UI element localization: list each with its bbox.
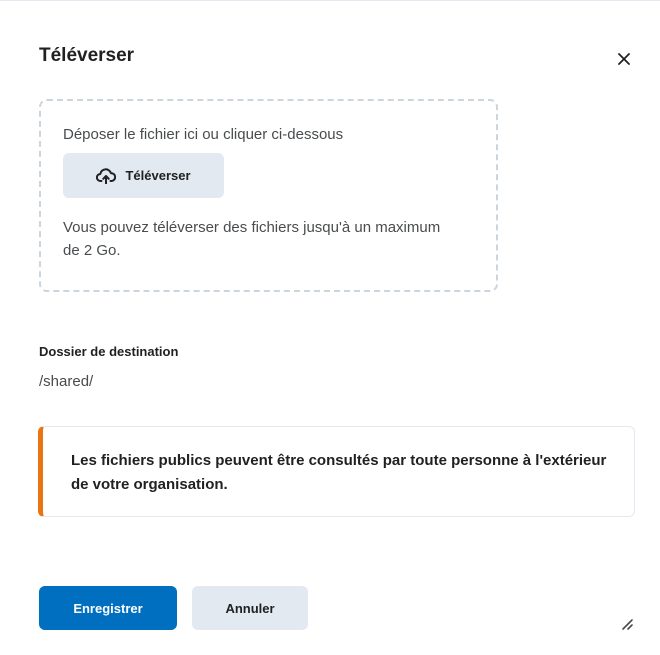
cloud-upload-icon xyxy=(96,167,117,184)
upload-limit-text: Vous pouvez téléverser des fichiers jusq… xyxy=(63,219,441,259)
alert-text: Les fichiers publics peuvent être consul… xyxy=(71,452,607,493)
upload-dialog: Téléverser Déposer le fichier ici ou cli… xyxy=(0,0,660,655)
public-files-alert: Les fichiers publics peuvent être consul… xyxy=(38,426,635,517)
cancel-button[interactable]: Annuler xyxy=(192,586,308,630)
resize-handle[interactable] xyxy=(618,615,634,631)
upload-button[interactable]: Téléverser xyxy=(63,153,224,198)
file-dropzone[interactable]: Déposer le fichier ici ou cliquer ci-des… xyxy=(39,99,498,292)
dropzone-label: Déposer le fichier ici ou cliquer ci-des… xyxy=(63,126,344,143)
upload-button-label: Téléverser xyxy=(125,168,191,183)
save-button[interactable]: Enregistrer xyxy=(39,586,177,630)
resize-handle-icon xyxy=(622,619,633,630)
close-icon xyxy=(618,53,630,65)
destination-folder-label: Dossier de destination xyxy=(39,344,179,359)
close-button[interactable] xyxy=(612,47,636,71)
dialog-title: Téléverser xyxy=(39,45,135,66)
destination-folder-value: /shared/ xyxy=(39,373,94,390)
